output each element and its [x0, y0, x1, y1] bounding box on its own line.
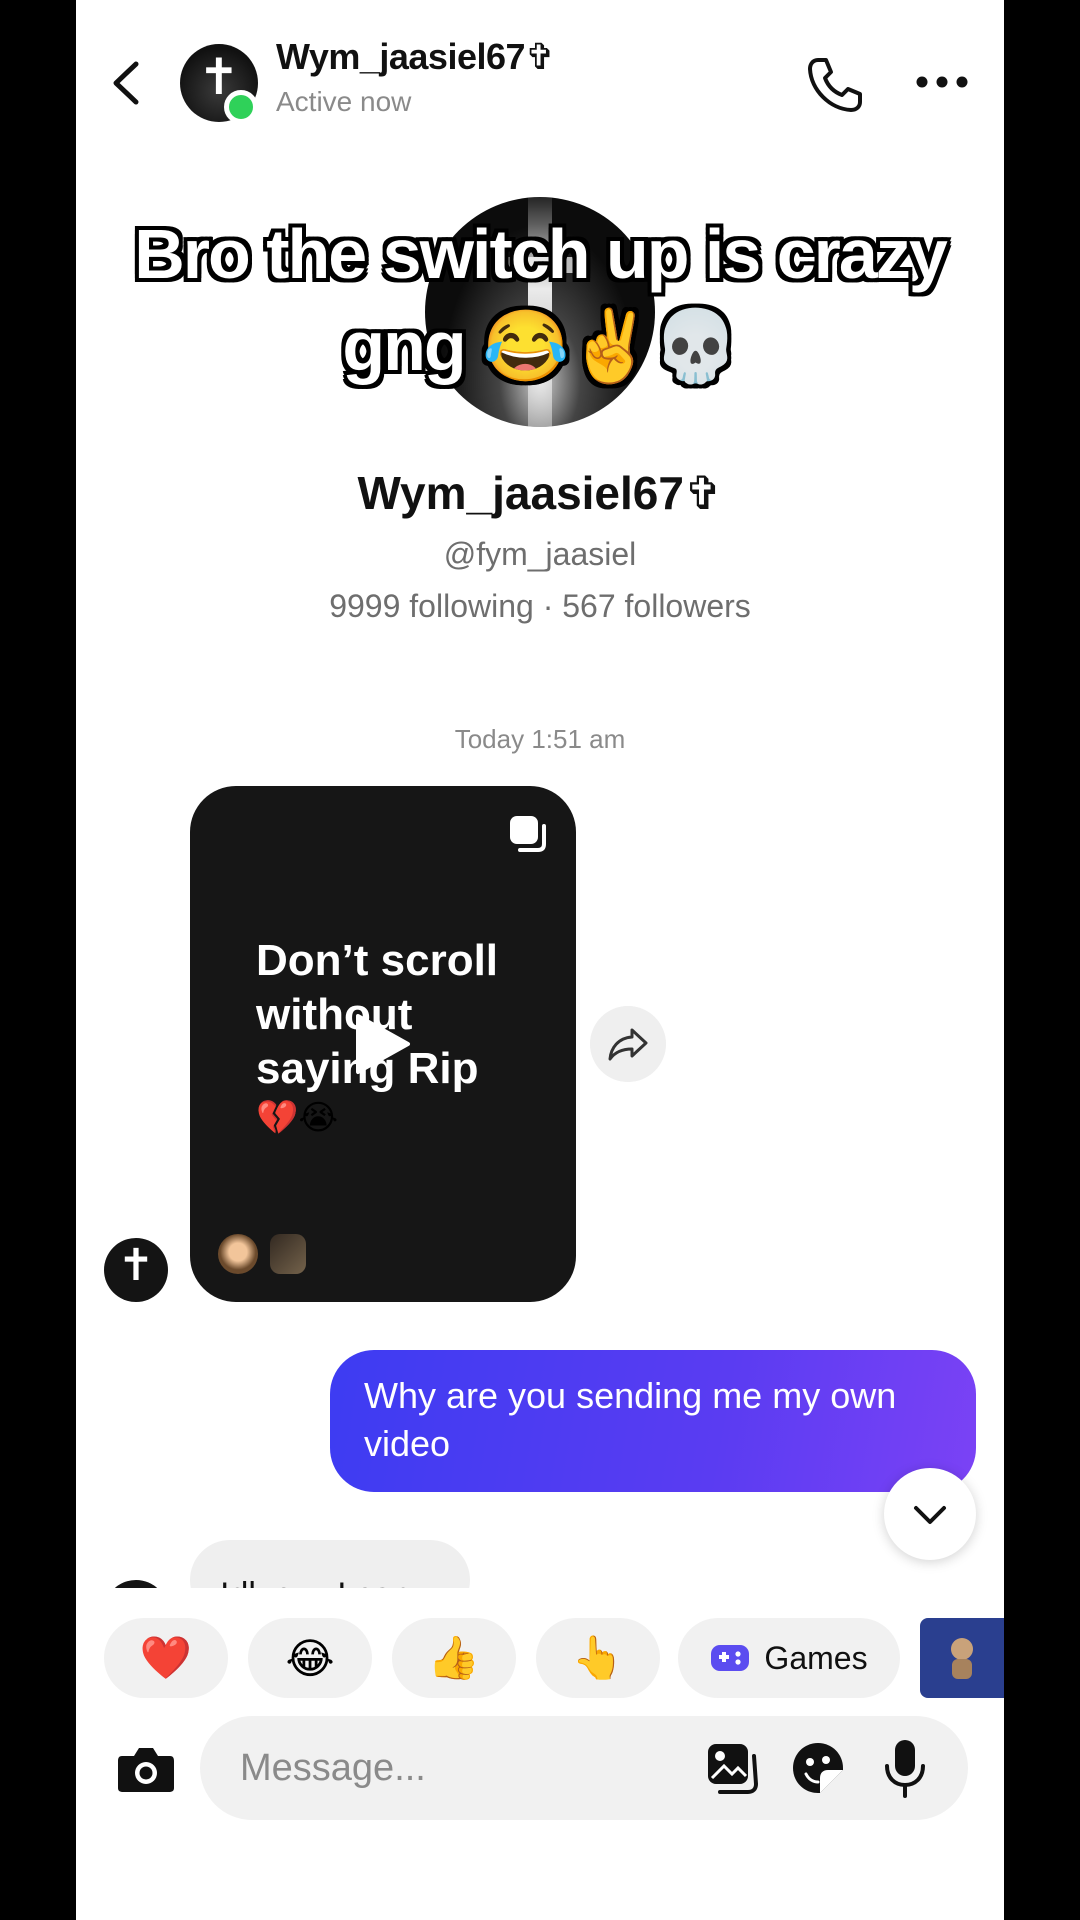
message-input[interactable]: [240, 1742, 680, 1794]
quick-reaction-point[interactable]: 👆: [536, 1618, 660, 1698]
sticker-suggestion[interactable]: [920, 1618, 1004, 1698]
thumbs-up-icon: 👍: [427, 1633, 481, 1682]
chat-screen: ✝ Wym_jaasiel67✞ Active now Bro the swit…: [76, 0, 1004, 1920]
gamepad-icon: [711, 1645, 750, 1671]
outgoing-message-bubble[interactable]: Why are you sending me my own video: [330, 1350, 976, 1492]
quick-reaction-laugh[interactable]: 😂: [248, 1618, 372, 1698]
pointing-up-icon: 👆: [571, 1633, 625, 1682]
share-forward-icon[interactable]: [590, 1006, 666, 1082]
audio-thumbnail: [270, 1234, 306, 1274]
play-icon[interactable]: [352, 1012, 412, 1076]
games-label: Games: [764, 1639, 868, 1676]
camera-icon[interactable]: [116, 1742, 176, 1796]
sticker-icon[interactable]: [790, 1740, 846, 1796]
microphone-icon[interactable]: [882, 1738, 928, 1798]
phone-call-icon[interactable]: [804, 54, 866, 116]
message-timestamp: Today 1:51 am: [454, 724, 626, 754]
contact-name[interactable]: Wym_jaasiel67✞: [276, 36, 555, 78]
laugh-emoji-icon: 😂: [285, 1633, 335, 1683]
creator-avatar: [218, 1234, 258, 1274]
cross-icon: ✝: [117, 1240, 155, 1291]
more-options-icon[interactable]: [914, 60, 970, 104]
profile-handle: @fym_jaasiel: [443, 536, 637, 572]
scroll-down-chevron-icon[interactable]: [884, 1468, 976, 1560]
profile-name: Wym_jaasiel67✞: [357, 467, 723, 519]
online-indicator: [224, 90, 258, 124]
caption-line-1: Bro the switch up is crazy: [134, 215, 948, 293]
heart-icon: ❤️: [139, 1633, 193, 1682]
sender-avatar[interactable]: ✝: [104, 1238, 168, 1302]
sticker-character-icon: [951, 1638, 973, 1679]
profile-stats: 9999 following · 567 followers: [329, 588, 751, 624]
quick-reaction-heart[interactable]: ❤️: [104, 1618, 228, 1698]
caption-line-2: gng 😂✌️💀: [342, 307, 739, 385]
overlay-caption: Bro the switch up is crazy gng 😂✌️💀: [76, 208, 1004, 392]
gallery-icon[interactable]: [704, 1740, 760, 1796]
active-status: Active now: [276, 86, 412, 117]
video-emojis: 💔😭: [256, 1098, 339, 1138]
multiple-items-icon: [510, 816, 546, 852]
shared-video-card[interactable]: Don’t scroll without saying Rip 💔😭: [190, 786, 576, 1302]
back-arrow-icon[interactable]: [106, 58, 146, 108]
games-button[interactable]: Games: [678, 1618, 900, 1698]
quick-reaction-thumbs-up[interactable]: 👍: [392, 1618, 516, 1698]
message-composer: [200, 1716, 968, 1820]
